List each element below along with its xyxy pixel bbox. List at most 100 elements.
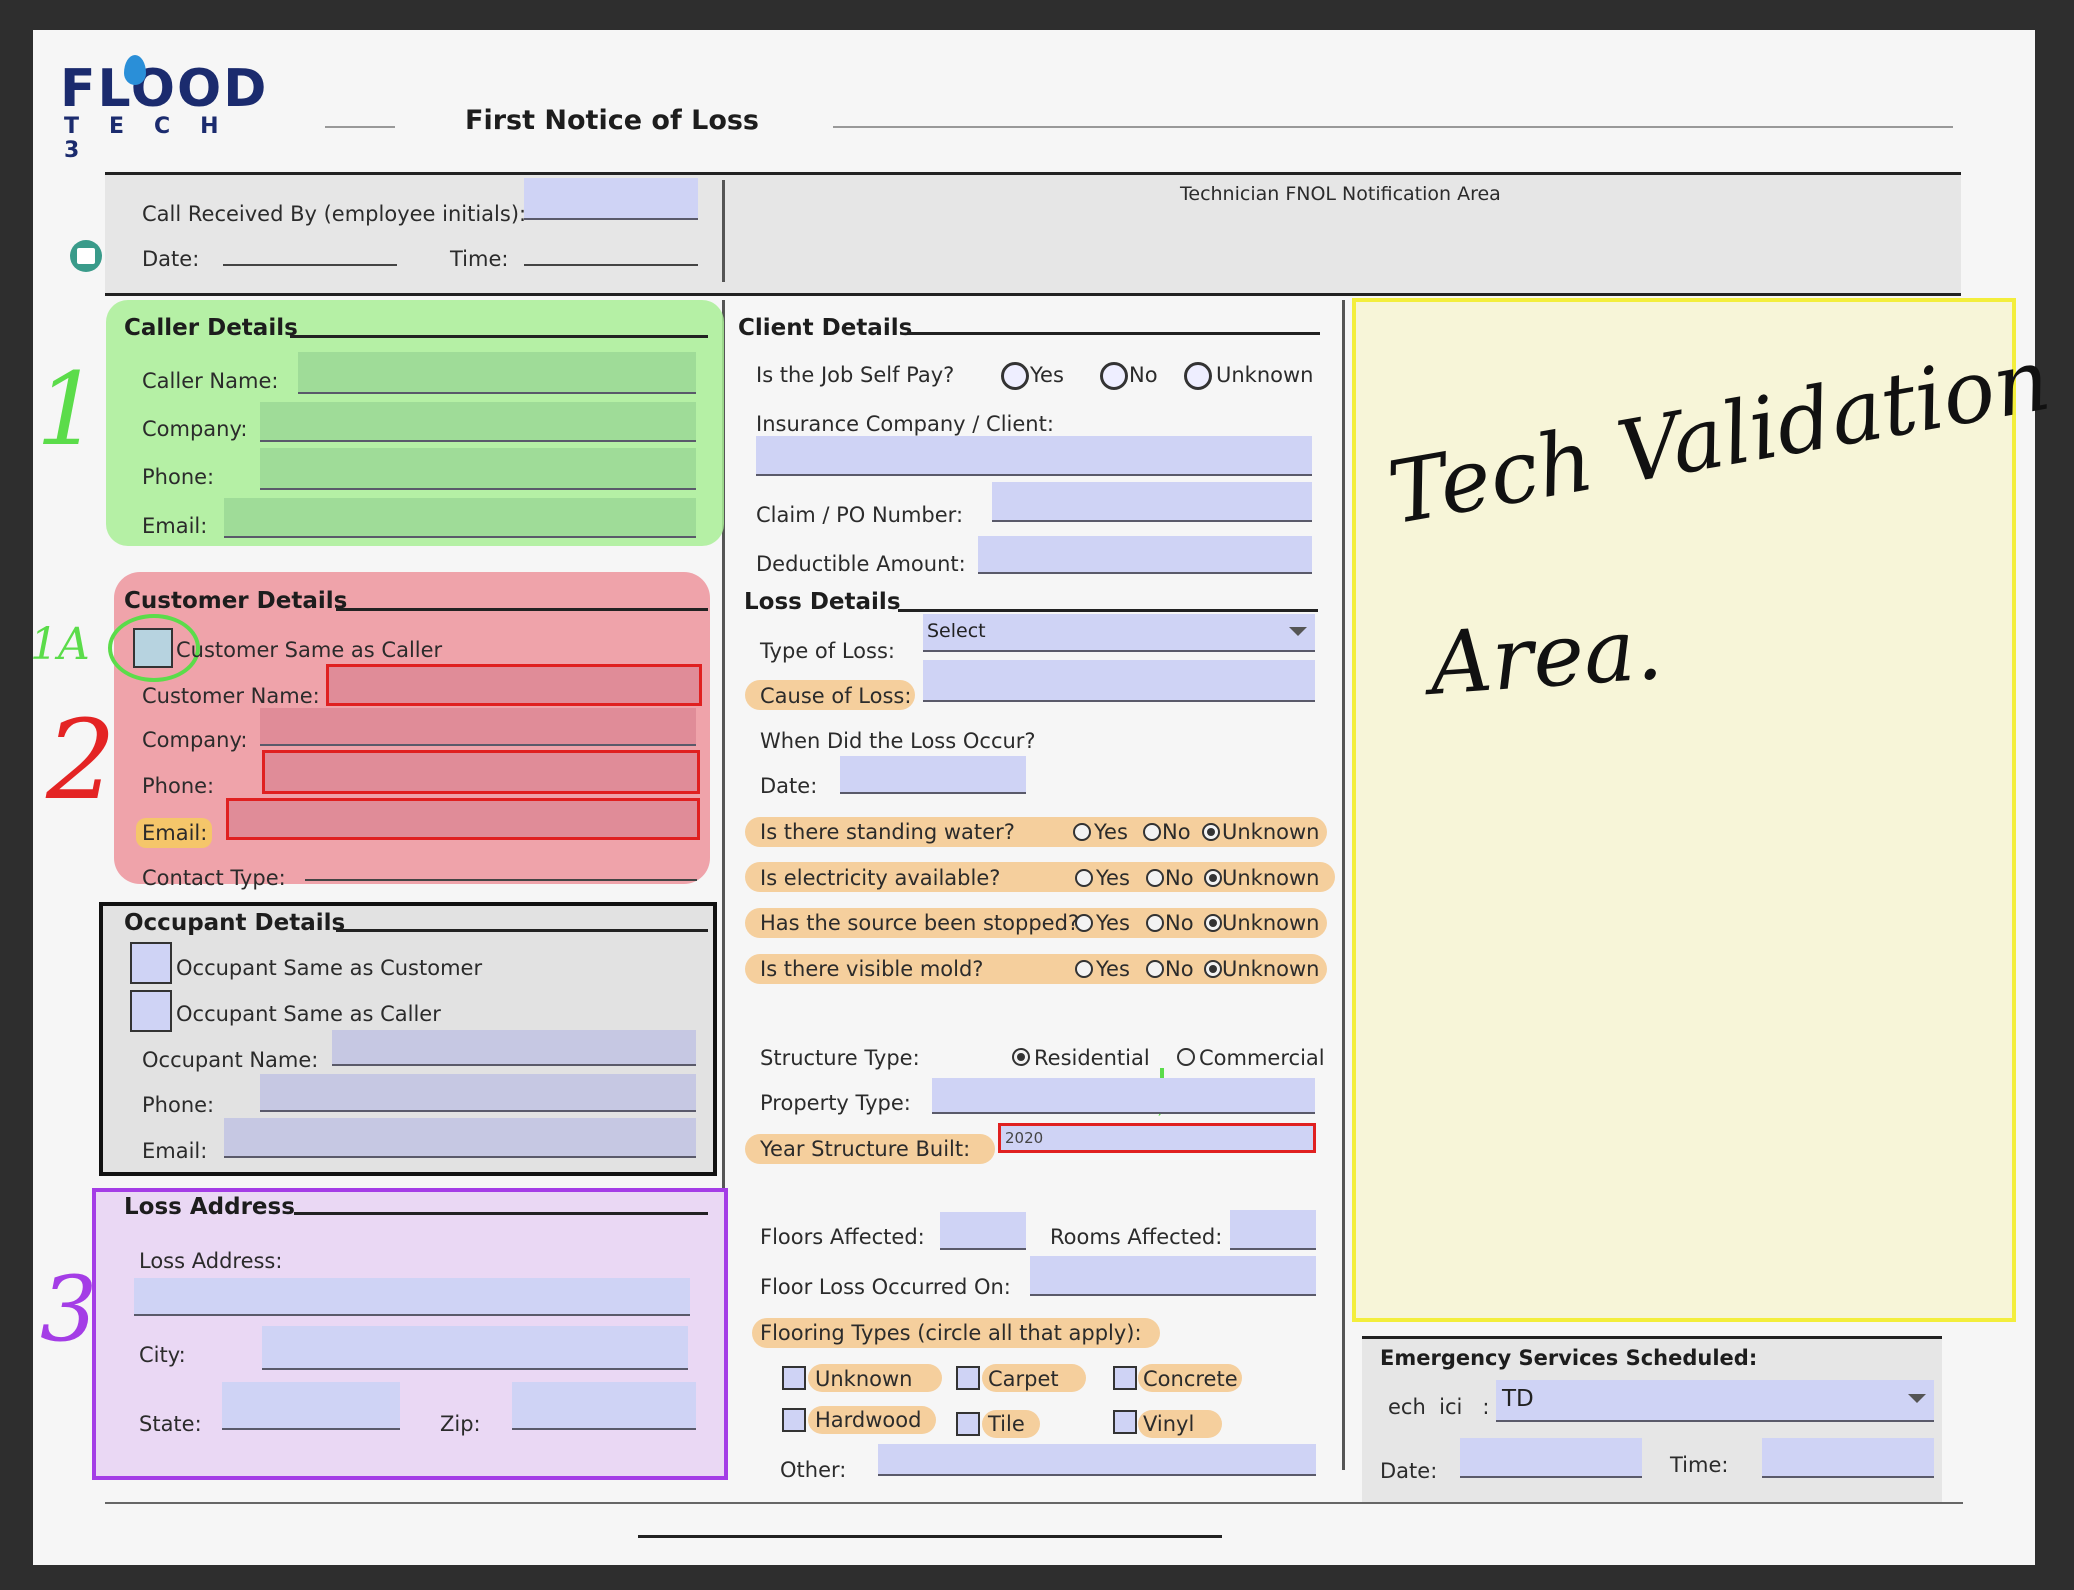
city-label: City: xyxy=(139,1343,186,1367)
contact-type-field[interactable] xyxy=(305,879,697,881)
rooms-affected-field[interactable] xyxy=(1230,1210,1316,1250)
flooring-vinyl-checkbox[interactable] xyxy=(1113,1410,1137,1434)
state-field[interactable] xyxy=(222,1382,400,1430)
customer-title: Customer Details xyxy=(124,588,348,614)
calendar-icon[interactable] xyxy=(70,240,102,272)
header-time-field[interactable] xyxy=(524,264,698,266)
structure-residential-radio[interactable] xyxy=(1012,1048,1030,1066)
city-field[interactable] xyxy=(262,1326,688,1370)
caller-name-field[interactable] xyxy=(298,352,696,394)
flooring-tile-checkbox[interactable] xyxy=(956,1412,980,1436)
customer-phone-field[interactable] xyxy=(262,750,700,794)
occupant-phone-field[interactable] xyxy=(260,1074,696,1112)
property-type-field[interactable] xyxy=(932,1078,1315,1114)
state-label: State: xyxy=(139,1412,202,1436)
call-received-field[interactable] xyxy=(524,178,698,220)
type-of-loss-value: Select xyxy=(927,620,986,642)
loss-address-title-line xyxy=(294,1212,708,1215)
emergency-time-field[interactable] xyxy=(1762,1438,1934,1478)
caller-email-field[interactable] xyxy=(224,498,696,538)
self-pay-yes-radio[interactable] xyxy=(1001,362,1029,390)
standing-water-unknown-radio[interactable] xyxy=(1202,823,1220,841)
type-of-loss-select[interactable]: Select xyxy=(923,614,1315,652)
loss-address-field[interactable] xyxy=(134,1278,690,1316)
customer-name-field[interactable] xyxy=(326,664,702,706)
header-date-field[interactable] xyxy=(223,264,397,266)
year-built-label: Year Structure Built: xyxy=(760,1137,971,1161)
insurance-field[interactable] xyxy=(756,436,1312,476)
structure-type-label: Structure Type: xyxy=(760,1046,920,1070)
loss-title-line xyxy=(898,609,1318,612)
deductible-field[interactable] xyxy=(978,536,1312,574)
occupant-email-label: Email: xyxy=(142,1139,208,1163)
customer-same-as-caller-checkbox[interactable] xyxy=(133,628,173,668)
caller-email-label: Email: xyxy=(142,514,208,538)
standing-water-yes-radio[interactable] xyxy=(1073,823,1091,841)
claim-number-field[interactable] xyxy=(992,482,1312,522)
visible-mold-yes-radio[interactable] xyxy=(1075,960,1093,978)
source-stopped-no-radio[interactable] xyxy=(1146,914,1164,932)
flooring-carpet-checkbox[interactable] xyxy=(956,1366,980,1390)
electricity-no-label: No xyxy=(1165,866,1194,890)
occupant-name-field[interactable] xyxy=(332,1030,696,1066)
flooring-tile-label: Tile xyxy=(988,1412,1025,1436)
flooring-unknown-label: Unknown xyxy=(815,1367,913,1391)
emergency-technician-value: TD xyxy=(1502,1386,1534,1412)
electricity-yes-radio[interactable] xyxy=(1075,869,1093,887)
flooring-hardwood-checkbox[interactable] xyxy=(782,1408,806,1432)
loss-title: Loss Details xyxy=(744,589,901,615)
self-pay-yes-label: Yes xyxy=(1030,363,1064,387)
occupant-email-field[interactable] xyxy=(224,1118,696,1158)
electricity-unknown-label: Unknown xyxy=(1222,866,1320,890)
caller-company-field[interactable] xyxy=(260,402,696,442)
other-flooring-label: Other: xyxy=(780,1458,847,1482)
rooms-affected-label: Rooms Affected: xyxy=(1050,1225,1223,1249)
emergency-technician-select[interactable]: TD xyxy=(1496,1380,1934,1422)
self-pay-no-radio[interactable] xyxy=(1100,362,1128,390)
floor-loss-occurred-field[interactable] xyxy=(1030,1256,1316,1296)
header-divider xyxy=(722,180,725,282)
title-right-line xyxy=(833,126,1953,128)
flooring-unknown-checkbox[interactable] xyxy=(782,1366,806,1390)
electricity-no-radio[interactable] xyxy=(1146,869,1164,887)
electricity-yes-label: Yes xyxy=(1096,866,1130,890)
caller-name-label: Caller Name: xyxy=(142,369,279,393)
visible-mold-unknown-radio[interactable] xyxy=(1204,960,1222,978)
signature-line xyxy=(638,1535,1222,1538)
source-stopped-yes-radio[interactable] xyxy=(1075,914,1093,932)
year-built-field[interactable]: 2020 xyxy=(998,1123,1316,1153)
emergency-date-field[interactable] xyxy=(1460,1438,1642,1478)
self-pay-unknown-radio[interactable] xyxy=(1184,362,1212,390)
occupant-same-as-caller-label: Occupant Same as Caller xyxy=(176,1002,441,1026)
loss-date-field[interactable] xyxy=(840,756,1026,794)
customer-company-field[interactable] xyxy=(260,708,696,746)
flood-tech-logo: FLOOD TECH 3 xyxy=(60,55,310,163)
structure-commercial-radio[interactable] xyxy=(1177,1048,1195,1066)
header-band xyxy=(105,172,1961,296)
flooring-carpet-label: Carpet xyxy=(988,1367,1059,1391)
loss-date-label: Date: xyxy=(760,774,818,798)
customer-title-line xyxy=(336,608,708,611)
zip-field[interactable] xyxy=(512,1382,696,1430)
occupant-phone-label: Phone: xyxy=(142,1093,215,1117)
visible-mold-no-radio[interactable] xyxy=(1146,960,1164,978)
caller-phone-field[interactable] xyxy=(260,448,696,490)
floor-loss-occurred-label: Floor Loss Occurred On: xyxy=(760,1275,1011,1299)
source-stopped-unknown-radio[interactable] xyxy=(1204,914,1222,932)
caller-title-line xyxy=(290,335,708,338)
cause-of-loss-field[interactable] xyxy=(923,660,1315,702)
occupant-same-as-caller-checkbox[interactable] xyxy=(130,990,172,1032)
annotation-number-3: 3 xyxy=(40,1257,98,1362)
visible-mold-yes-label: Yes xyxy=(1096,957,1130,981)
flooring-concrete-checkbox[interactable] xyxy=(1113,1366,1137,1390)
flooring-concrete-label: Concrete xyxy=(1143,1367,1238,1391)
customer-email-field[interactable] xyxy=(226,798,700,840)
floors-affected-field[interactable] xyxy=(940,1212,1026,1250)
occupant-same-as-customer-checkbox[interactable] xyxy=(130,942,172,984)
standing-water-question: Is there standing water? xyxy=(760,820,1015,844)
electricity-unknown-radio[interactable] xyxy=(1204,869,1222,887)
standing-water-no-radio[interactable] xyxy=(1143,823,1161,841)
standing-water-yes-label: Yes xyxy=(1094,820,1128,844)
other-flooring-field[interactable] xyxy=(878,1444,1316,1476)
client-title-line xyxy=(908,332,1320,335)
